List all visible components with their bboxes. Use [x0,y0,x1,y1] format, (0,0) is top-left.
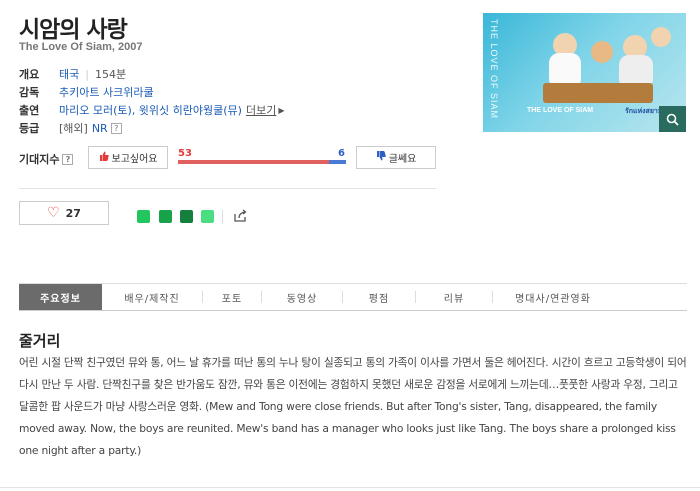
help-icon[interactable]: ? [62,153,74,165]
want-bar-fill [178,160,329,164]
synopsis-heading: 줄거리 [19,332,61,350]
meh-count: 6 [338,148,345,159]
info-rating: 등급 [해외] NR ? [19,120,122,136]
want-count: 53 [178,148,192,159]
rating-region: [해외] [59,122,88,135]
runtime: 154분 [94,68,127,81]
expectation-bar [178,160,346,164]
like-count: 27 [65,206,81,220]
divider: | [85,67,89,81]
share-divider [222,210,223,223]
thumbs-down-icon [376,151,386,164]
info-director: 감독 추키아트 사크위라쿨 [19,84,154,100]
section-divider [19,188,436,189]
tab-cast-crew[interactable]: 배우/제작진 [102,284,202,310]
chevron-right-icon: ▶ [278,105,285,115]
movie-title: 시암의 사랑 [19,17,128,43]
share-memo-icon[interactable] [201,210,214,223]
cast-label: 출연 [19,104,40,117]
cast-link[interactable]: 마리오 모러(토), 윗위싯 히란야웡쿨(뮤) [59,102,242,118]
overview-label: 개요 [19,68,40,81]
bottom-divider [0,487,700,488]
expectation-label: 기대지수 ? [19,151,74,167]
tab-review[interactable]: 리뷰 [416,284,492,310]
heart-icon: ♡ [47,205,60,221]
poster-table [543,83,653,103]
not-sure-button[interactable]: 글쎄요 [356,146,436,169]
share-message-icon[interactable] [137,210,150,223]
poster-tag: รักแห่งสยาม [625,108,663,115]
share-bookmark-icon[interactable] [180,210,193,223]
expectation-text: 기대지수 [19,153,60,166]
tab-video[interactable]: 동영상 [262,284,342,310]
info-overview: 개요 태국 | 154분 [19,66,126,82]
movie-subtitle: The Love Of Siam, 2007 [19,41,143,53]
info-cast: 출연 마리오 모러(토), 윗위싯 히란야웡쿨(뮤) 더보기 ▶ [19,102,284,118]
search-icon[interactable] [659,106,686,132]
director-label: 감독 [19,86,40,99]
want-to-see-button[interactable]: 보고싶어요 [88,146,168,169]
synopsis-text: 어린 시절 단짝 친구였던 뮤와 통, 어느 날 휴가를 떠난 통의 누나 탕이… [19,356,687,457]
tab-quotes-related[interactable]: 명대사/연관영화 [493,284,613,310]
meh-bar-fill [328,160,346,164]
rating-label: 등급 [19,122,40,135]
share-blog-icon[interactable] [159,210,172,223]
tab-rating[interactable]: 평점 [343,284,415,310]
movie-tabs: 주요정보 배우/제작진 포토 동영상 평점 리뷰 명대사/연관영화 [19,283,687,311]
poster-caption: THE LOVE OF SIAM [527,107,594,114]
genre-link[interactable]: 태국 [59,66,79,82]
poster-figure [651,27,671,47]
rating-value[interactable]: NR [92,122,108,135]
help-icon[interactable]: ? [110,122,122,134]
poster-vertical-text: THE LOVE OF SIAM [489,19,499,120]
share-icon[interactable] [233,209,247,227]
movie-poster[interactable]: THE LOVE OF SIAM THE LOVE OF SIAM รักแห่… [483,13,686,132]
tab-main-info[interactable]: 주요정보 [19,284,102,310]
like-button[interactable]: ♡ 27 [19,201,109,225]
want-label: 보고싶어요 [111,154,158,165]
thumbs-up-icon [99,151,109,164]
more-link[interactable]: 더보기 [246,102,276,118]
director-link[interactable]: 추키아트 사크위라쿨 [59,84,154,100]
poster-figure [591,41,613,63]
meh-label: 글쎄요 [388,154,417,165]
tab-photo[interactable]: 포토 [203,284,261,310]
